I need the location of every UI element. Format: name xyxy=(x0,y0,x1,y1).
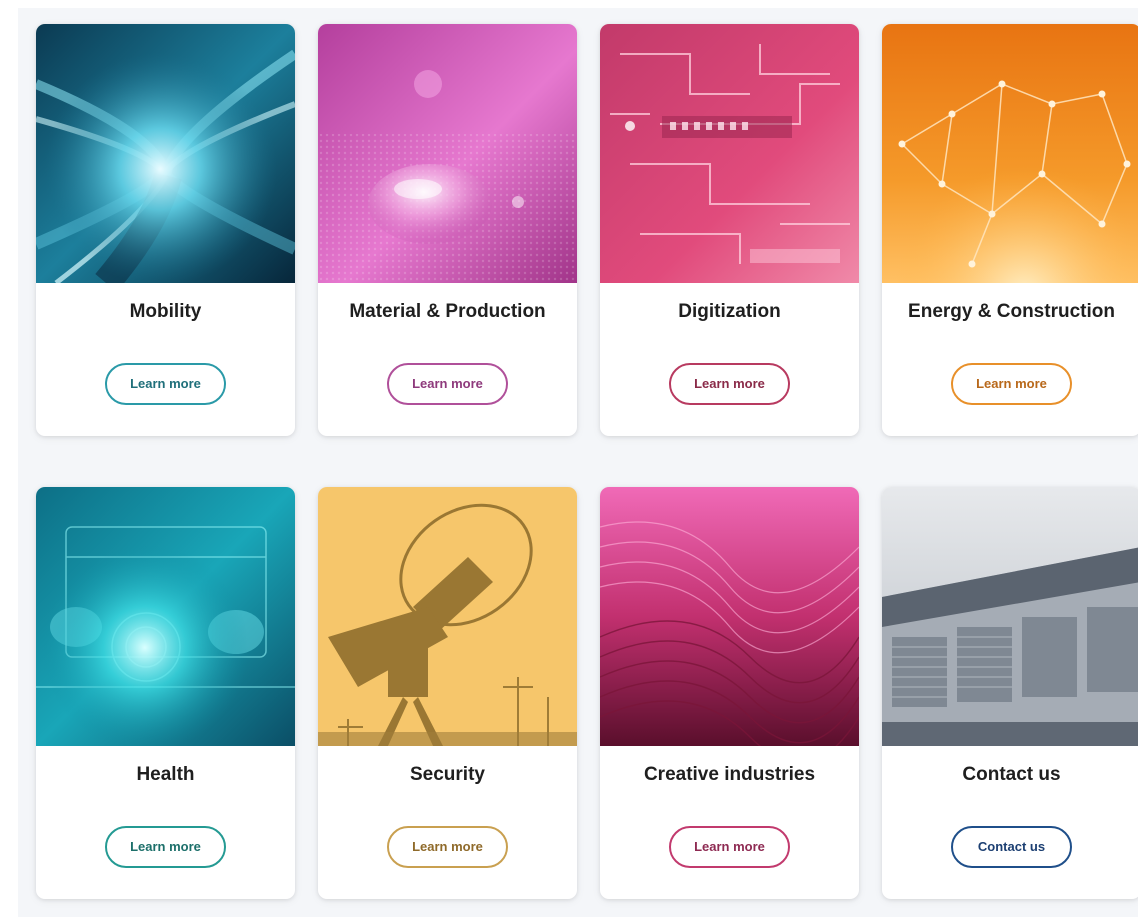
medical-interface-photo xyxy=(36,487,295,746)
topic-card-digitization: Digitization Learn more xyxy=(600,24,859,436)
topic-card-contact-us: Contact us Contact us xyxy=(882,487,1138,899)
learn-more-button[interactable]: Learn more xyxy=(105,363,226,405)
card-title: Mobility xyxy=(129,301,202,322)
topic-card-energy-construction: Energy & Construction Learn more xyxy=(882,24,1138,436)
card-title: Security xyxy=(410,764,485,785)
abstract-waves-photo xyxy=(600,487,859,746)
network-nodes-photo xyxy=(882,24,1138,283)
card-title: Contact us xyxy=(962,764,1061,785)
topic-card-creative-industries: Creative industries Learn more xyxy=(600,487,859,899)
card-title: Creative industries xyxy=(643,764,816,785)
card-title: Energy & Construction xyxy=(908,301,1115,322)
circuit-board-photo xyxy=(600,24,859,283)
learn-more-button[interactable]: Learn more xyxy=(669,826,790,868)
topic-grid: Mobility Learn more Material & Productio… xyxy=(18,8,1138,917)
topic-card-health: Health Learn more xyxy=(36,487,295,899)
card-title: Digitization xyxy=(678,301,781,322)
tunnel-photo xyxy=(36,24,295,283)
topic-card-material-production: Material & Production Learn more xyxy=(318,24,577,436)
topic-card-mobility: Mobility Learn more xyxy=(36,24,295,436)
learn-more-button[interactable]: Learn more xyxy=(951,363,1072,405)
office-building-photo xyxy=(882,487,1138,746)
contact-us-button[interactable]: Contact us xyxy=(951,826,1072,868)
learn-more-button[interactable]: Learn more xyxy=(387,363,508,405)
card-title: Health xyxy=(136,764,195,785)
learn-more-button[interactable]: Learn more xyxy=(105,826,226,868)
topic-card-security: Security Learn more xyxy=(318,487,577,899)
page: Mobility Learn more Material & Productio… xyxy=(0,0,1138,917)
learn-more-button[interactable]: Learn more xyxy=(387,826,508,868)
satellite-dish-photo xyxy=(318,487,577,746)
water-droplet-on-fabric-photo xyxy=(318,24,577,283)
learn-more-button[interactable]: Learn more xyxy=(669,363,790,405)
card-title: Material & Production xyxy=(349,301,546,322)
